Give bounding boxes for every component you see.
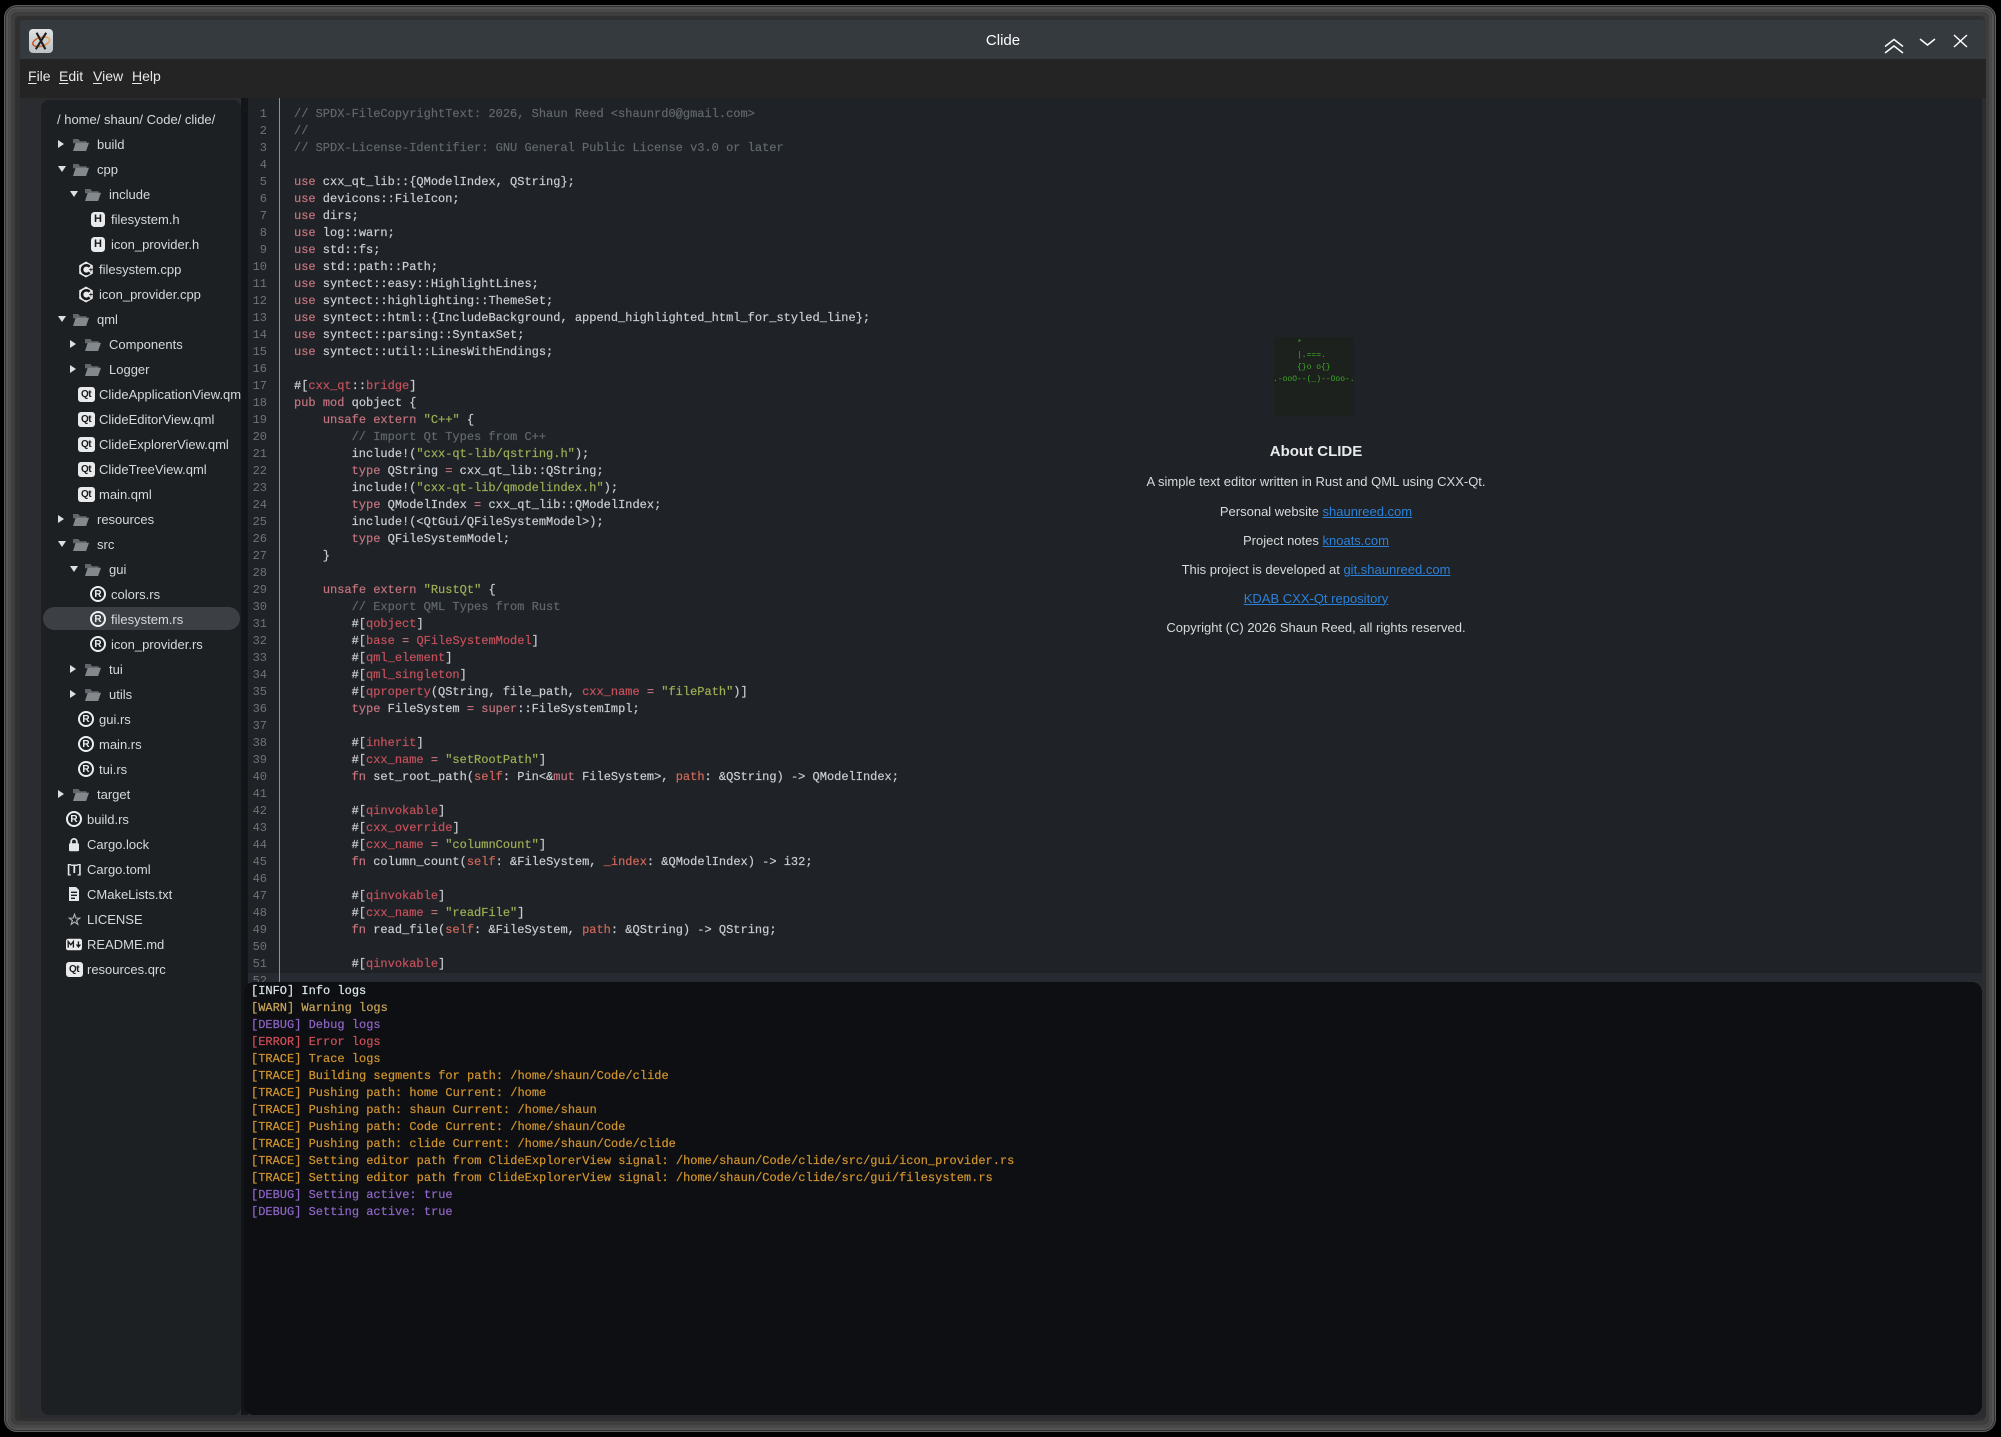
svg-text:+: + — [89, 292, 93, 299]
svg-text:+: + — [89, 267, 93, 274]
